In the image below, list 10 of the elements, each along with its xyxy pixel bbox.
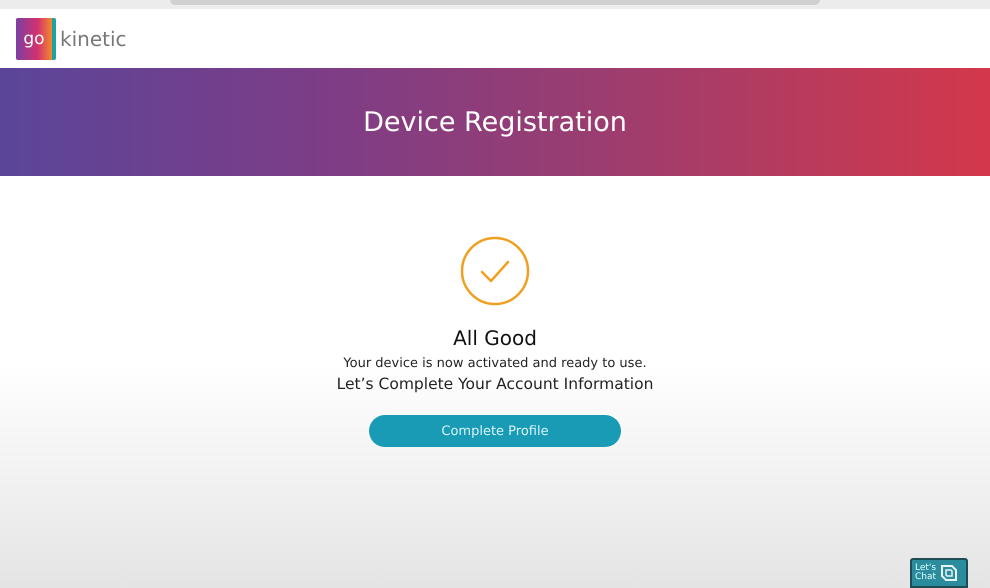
check-circle-icon <box>460 236 530 306</box>
status-title: All Good <box>453 326 537 350</box>
status-prompt: Let’s Complete Your Account Information <box>336 375 654 393</box>
complete-profile-button[interactable]: Complete Profile <box>369 415 621 447</box>
page-title: Device Registration <box>363 106 627 138</box>
swirl-icon <box>939 563 959 583</box>
logo-text: kinetic <box>60 26 127 50</box>
chat-button[interactable]: Let's Chat <box>910 558 968 588</box>
logo-mark: go <box>16 18 56 60</box>
status-message: Your device is now activated and ready to use. <box>343 356 647 371</box>
